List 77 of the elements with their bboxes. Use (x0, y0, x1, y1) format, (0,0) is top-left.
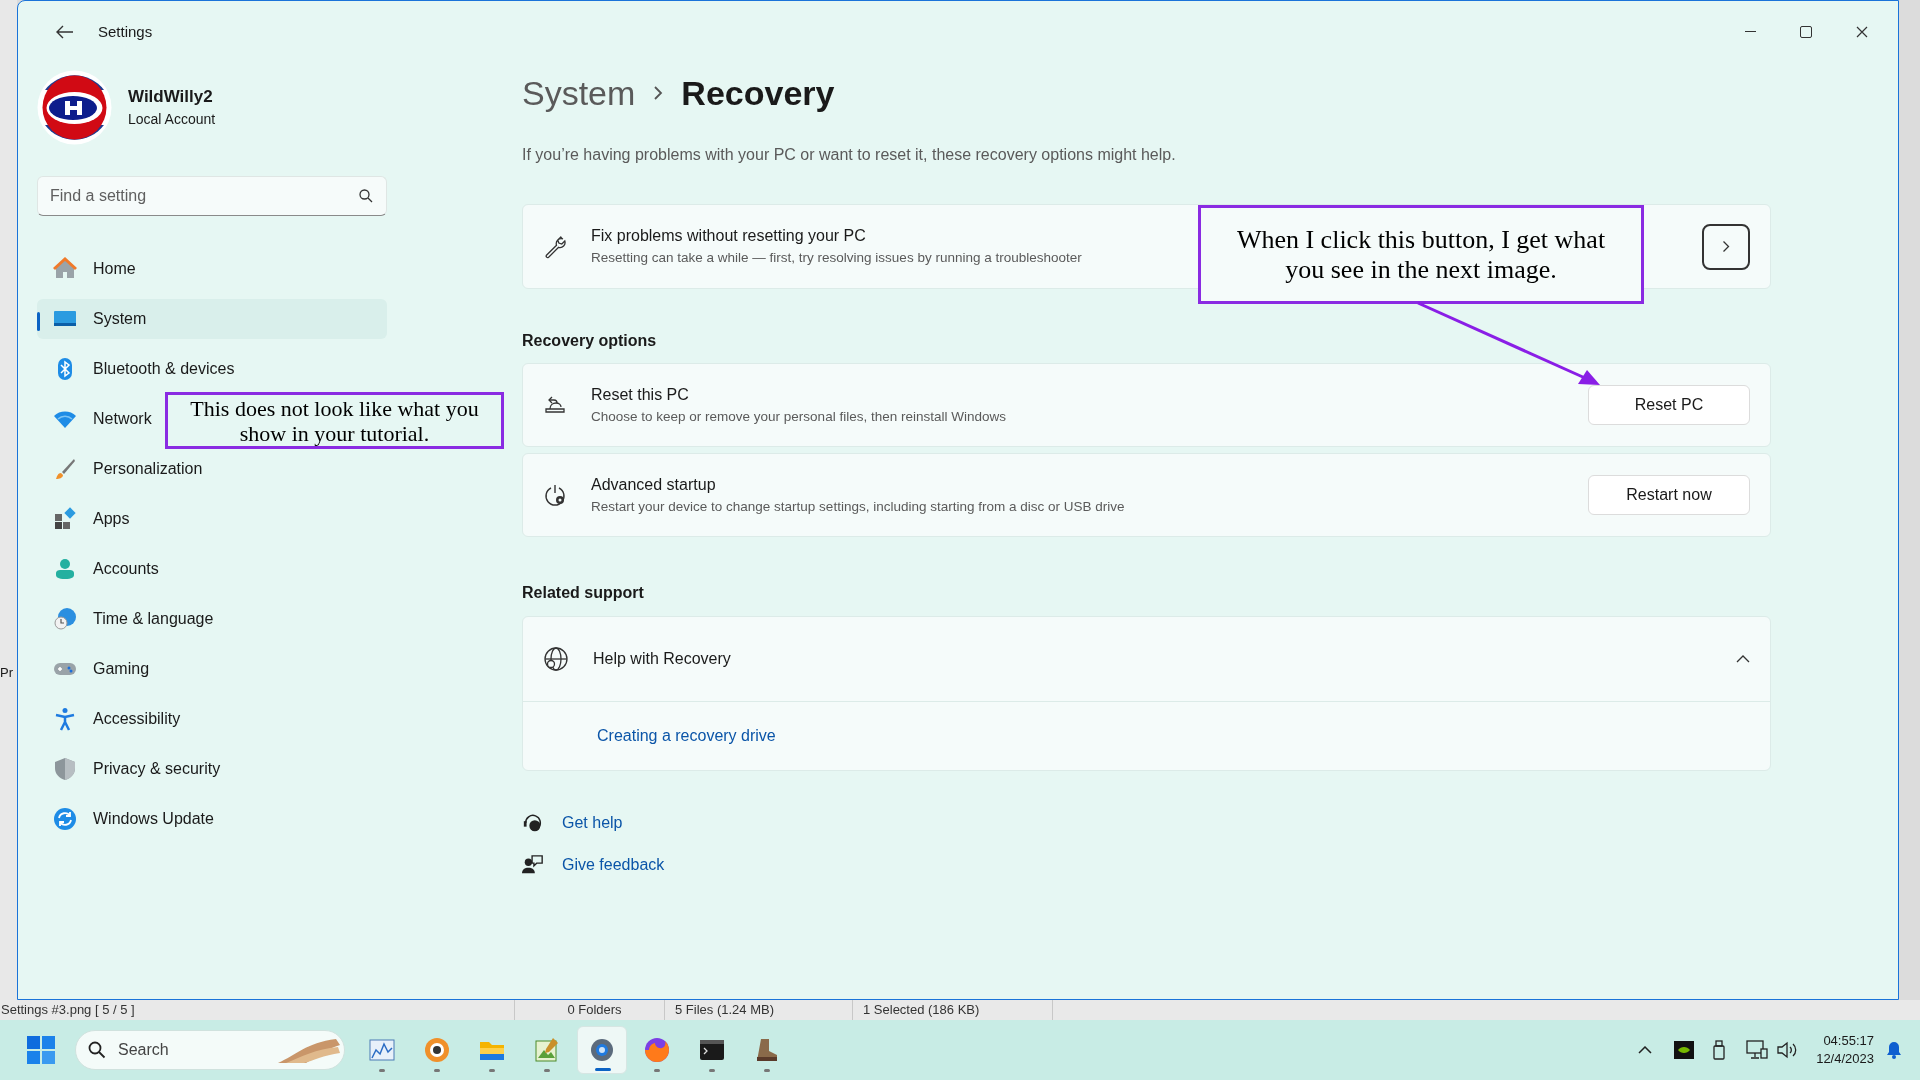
card-subtitle: Choose to keep or remove your personal files, then reinstall Windows (591, 407, 1007, 426)
user-name: WildWilly2 (128, 85, 214, 108)
notification-icon[interactable] (1886, 1041, 1902, 1059)
update-icon (53, 807, 77, 831)
sidebar-item[interactable]: Personalization (37, 449, 203, 489)
chevron-right-icon (653, 85, 664, 101)
chevron-up-icon[interactable] (1638, 1046, 1653, 1054)
section-heading: Related support (522, 583, 645, 603)
usb-drive-icon[interactable] (1712, 1040, 1727, 1060)
sidebar-item[interactable]: Home (37, 249, 136, 289)
back-icon (56, 25, 74, 39)
action-button[interactable]: Restart now (1588, 475, 1750, 515)
help-expander[interactable]: Help with Recovery (523, 617, 1770, 701)
drawing-app-icon (533, 1036, 561, 1064)
account-type: Local Account (128, 110, 216, 130)
section-heading: Recovery options (522, 331, 658, 351)
maximize-icon (1800, 26, 1812, 38)
shield-icon (53, 757, 77, 781)
brush-icon (53, 457, 77, 481)
sidebar-item[interactable]: Time & language (37, 599, 214, 639)
globe-search-icon (543, 646, 569, 672)
page-title: Recovery (681, 72, 835, 114)
accessibility-icon (53, 707, 77, 731)
annotation-text: This does not look like what you show in your tutorial. (189, 395, 480, 446)
footer-link[interactable]: Get help (562, 811, 623, 835)
card-subtitle: Restart your device to change startup settings, including starting from a disc or USB drive (591, 497, 1126, 516)
volume-icon[interactable] (1776, 1041, 1799, 1059)
sidebar-item[interactable]: Network (37, 399, 152, 439)
sidebar-item[interactable]: Apps (37, 499, 130, 539)
close-icon (1856, 26, 1868, 38)
card-title: Reset this PC (591, 384, 690, 405)
search-icon (88, 1041, 106, 1059)
taskbar-search-box[interactable]: Search (75, 1030, 345, 1070)
edge-text: Pr (0, 663, 14, 682)
expander-title: Help with Recovery (593, 649, 732, 669)
search-icon (359, 189, 373, 203)
gpu-icon[interactable] (1674, 1041, 1695, 1059)
eye-icon (423, 1036, 451, 1064)
clock-time: 04:55:17 (1823, 1032, 1874, 1050)
sidebar-item[interactable]: Accounts (37, 549, 159, 589)
minimize-icon (1744, 31, 1756, 33)
person-icon (53, 557, 77, 581)
network-icon[interactable] (1746, 1040, 1769, 1060)
start-button[interactable] (24, 1033, 58, 1067)
open-button[interactable] (1702, 223, 1750, 270)
wrench-icon (543, 234, 567, 259)
search-field[interactable]: Find a setting (37, 176, 387, 216)
breadcrumb-link[interactable]: System (522, 67, 636, 119)
action-button[interactable]: Reset PC (1588, 385, 1750, 425)
chevron-right-icon (1722, 240, 1730, 253)
apps-icon (53, 507, 77, 531)
sidebar-item[interactable]: Windows Update (37, 799, 214, 839)
sidebar-item[interactable]: Accessibility (37, 699, 181, 739)
feedback-icon (522, 854, 544, 876)
annotation-text: When I click this button, I get what you see in the next image. (1235, 224, 1607, 285)
footer-link[interactable]: Give feedback (562, 853, 665, 877)
avatar-icon (37, 69, 112, 145)
card-title: Advanced startup (591, 474, 717, 495)
window-title: Settings (98, 21, 153, 42)
card-subtitle: Resetting can take a while — first, try resolving issues by running a troubleshooter (591, 249, 1082, 268)
sidebar-item[interactable]: Bluetooth & devices (37, 349, 235, 389)
house-icon (53, 257, 77, 281)
search-placeholder: Search (118, 1040, 170, 1060)
power-gear-icon (543, 483, 567, 507)
windows-icon (27, 1036, 55, 1064)
globe-clock-icon (53, 607, 77, 631)
sidebar-item[interactable]: Privacy & security (37, 749, 221, 789)
clock-date: 12/4/2023 (1816, 1050, 1874, 1068)
sidebar-item[interactable]: Gaming (37, 649, 150, 689)
fox-globe-icon (643, 1036, 671, 1064)
page-description: If you’re having problems with your PC or want to reset it, these recovery options might help. (522, 145, 1177, 165)
sidebar-item[interactable]: System (37, 299, 387, 339)
help-link[interactable]: Creating a recovery drive (597, 724, 776, 748)
clock[interactable]: 04:55:17 12/4/2023 (1816, 1032, 1874, 1068)
chart-window-icon (368, 1036, 396, 1064)
help-icon (522, 812, 544, 834)
card-title: Fix problems without resetting your PC (591, 226, 866, 247)
